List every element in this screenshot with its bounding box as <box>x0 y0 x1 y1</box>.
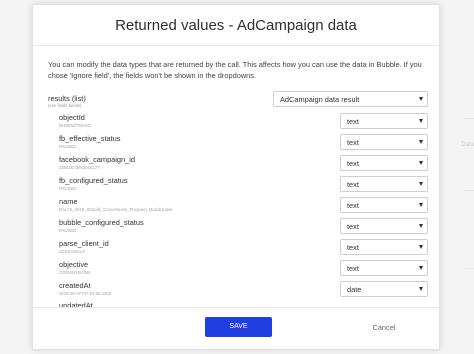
save-button[interactable]: SAVE <box>205 317 272 337</box>
field-sample: DALI'S_2018_Shopify_Conversions_Prospect… <box>59 207 173 212</box>
field-type-value: text <box>347 138 359 147</box>
chevron-down-icon <box>419 245 423 249</box>
field-type-select[interactable]: text <box>340 155 428 171</box>
field-name: fb_effective_status <box>59 134 121 143</box>
chevron-down-icon <box>419 161 423 165</box>
field-name: facebook_campaign_id <box>59 155 136 164</box>
chevron-down-icon <box>419 182 423 186</box>
results-sublabel: (see fields below) <box>48 103 82 108</box>
field-type-value: text <box>347 159 359 168</box>
results-type-value: AdCampaign data result <box>280 95 360 104</box>
field-type-select[interactable]: date <box>340 281 428 297</box>
field-row: fb_effective_status PAUSED <box>59 134 319 149</box>
field-sample: PAUSED <box>59 228 77 233</box>
field-name: createdAt <box>59 281 91 290</box>
chevron-down-icon <box>419 287 423 291</box>
field-type-select[interactable]: text <box>340 260 428 276</box>
chevron-down-icon <box>419 266 423 270</box>
field-sample: 23843073951016177 <box>59 165 100 170</box>
background-divider <box>464 268 474 269</box>
field-type-select[interactable]: text <box>340 113 428 129</box>
chevron-down-icon <box>419 119 423 123</box>
field-row: name DALI'S_2018_Shopify_Conversions_Pro… <box>59 197 319 212</box>
field-row: fb_configured_status PAUSED <box>59 176 319 191</box>
field-sample: BHWDdfTMAVO <box>59 123 91 128</box>
field-name: bubble_configured_status <box>59 218 144 227</box>
field-type-value: text <box>347 222 359 231</box>
field-row: bubble_configured_status PAUSED <box>59 218 319 233</box>
dialog-footer: SAVE Cancel <box>33 307 439 349</box>
dialog-title: Returned values - AdCampaign data <box>115 17 357 34</box>
field-name: objective <box>59 260 89 269</box>
chevron-down-icon <box>419 203 423 207</box>
field-sample: PAUSED <box>59 144 77 149</box>
results-label: results (list) <box>48 94 86 103</box>
results-type-select[interactable]: AdCampaign data result <box>273 91 428 107</box>
field-sample: 2018-05-07T07:51:56.430Z <box>59 291 112 296</box>
background-divider <box>464 190 474 191</box>
field-type-value: text <box>347 201 359 210</box>
field-type-value: date <box>347 285 362 294</box>
field-name: parse_client_id <box>59 239 109 248</box>
field-sample: PAUSED <box>59 186 77 191</box>
field-name: fb_configured_status <box>59 176 128 185</box>
chevron-down-icon <box>419 140 423 144</box>
chevron-down-icon <box>419 97 423 101</box>
field-sample: oZJUhvmbLd <box>59 249 85 254</box>
title-divider <box>33 45 439 46</box>
chevron-down-icon <box>419 224 423 228</box>
field-row: createdAt 2018-05-07T07:51:56.430Z <box>59 281 319 296</box>
field-name: name <box>59 197 78 206</box>
field-type-select[interactable]: text <box>340 134 428 150</box>
returned-values-dialog: Returned values - AdCampaign data You ca… <box>32 4 440 350</box>
field-type-select[interactable]: text <box>340 218 428 234</box>
cancel-button[interactable]: Cancel <box>364 317 404 337</box>
field-type-select[interactable]: text <box>340 176 428 192</box>
background-label: Data <box>461 142 474 148</box>
field-type-value: text <box>347 117 359 126</box>
field-row: facebook_campaign_id 23843073951016177 <box>59 155 319 170</box>
field-row: objective CONVERSIONS <box>59 260 319 275</box>
field-type-value: text <box>347 243 359 252</box>
dialog-description: You can modify the data types that are r… <box>48 60 422 80</box>
field-row: objectId BHWDdfTMAVO <box>59 113 319 128</box>
field-sample: CONVERSIONS <box>59 270 91 275</box>
field-type-select[interactable]: text <box>340 239 428 255</box>
background-divider <box>464 118 474 119</box>
field-type-select[interactable]: text <box>340 197 428 213</box>
field-type-value: text <box>347 264 359 273</box>
field-row: parse_client_id oZJUhvmbLd <box>59 239 319 254</box>
field-type-value: text <box>347 180 359 189</box>
field-name: objectId <box>59 113 85 122</box>
